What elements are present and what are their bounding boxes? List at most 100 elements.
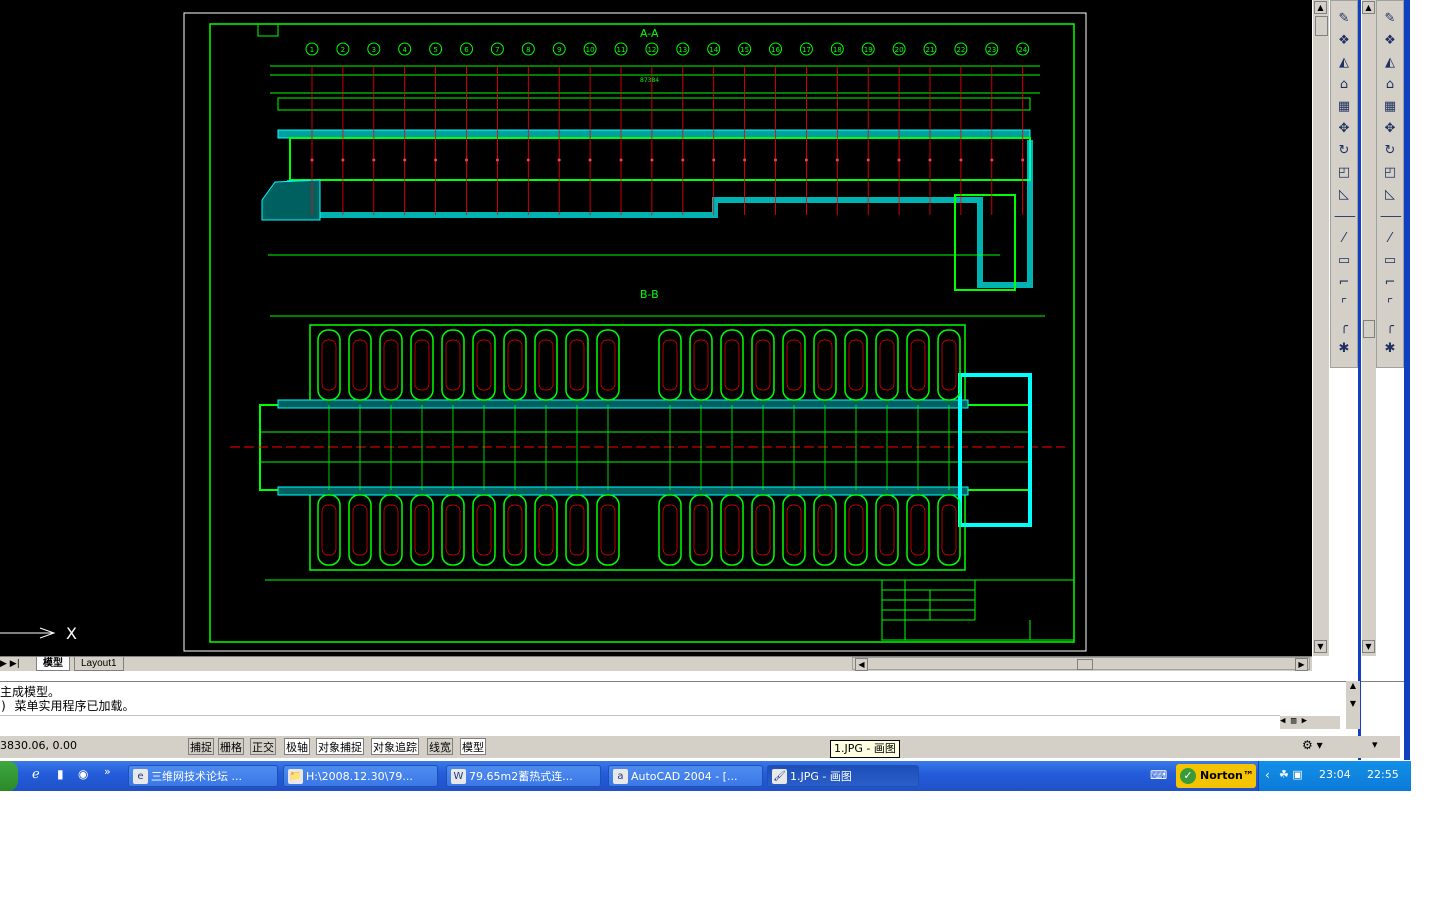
scale-icon[interactable]: ◰ [1334, 163, 1354, 183]
word-icon: W [451, 769, 466, 784]
status-menu-arrow-icon[interactable]: ▾ [1372, 738, 1378, 751]
mirror-icon[interactable]: ◭ [1334, 53, 1354, 73]
tab-model[interactable]: 模型 [36, 657, 70, 671]
chamber-top [565, 329, 589, 401]
fillet-icon[interactable]: ╭ [1334, 317, 1354, 337]
taskbar-item-forum[interactable]: e 三维网技术论坛 ... [128, 765, 278, 787]
erase-icon[interactable]: ✎ [1380, 9, 1400, 29]
scale-icon[interactable]: ◰ [1380, 163, 1400, 183]
chamber-bottom [565, 494, 589, 566]
taskbar-item-label: 79.65m2蓄热式连... [469, 770, 573, 783]
taskbar-item-explorer[interactable]: 📁 H:\2008.12.30\79... [283, 765, 438, 787]
modify-toolbar-2: ✎ ❖ ◭ ⌂ ▦ ✥ ↻ ◰ ◺ ⸺ ⁄ ▭ ⌐ ⌜ ╭ ✱ [1376, 0, 1404, 368]
command-v-scrollbar[interactable]: ▲ ▼ [1346, 681, 1360, 729]
mirror-icon[interactable]: ◭ [1380, 53, 1400, 73]
h-scroll-thumb[interactable] [1077, 659, 1093, 670]
chamber-top-inner [569, 339, 585, 391]
ortho-button[interactable]: 正交 [250, 738, 276, 755]
break-at-point-icon[interactable]: ⌐ [1334, 273, 1354, 293]
taskbar-item-paint[interactable]: 🖌 1.JPG - 画图 [767, 765, 919, 787]
array-icon[interactable]: ▦ [1334, 97, 1354, 117]
explode-icon[interactable]: ✱ [1380, 339, 1400, 359]
chamfer-icon[interactable]: ⌜ [1380, 295, 1400, 315]
chamber-bottom [503, 494, 527, 566]
break-icon[interactable]: ▭ [1380, 251, 1400, 271]
explode-icon[interactable]: ✱ [1334, 339, 1354, 359]
chamber-bottom [658, 494, 682, 566]
array-icon[interactable]: ▦ [1380, 97, 1400, 117]
taskbar-item-autocad[interactable]: a AutoCAD 2004 - [... [608, 765, 763, 787]
quicklaunch-media-icon[interactable]: ◉ [78, 767, 88, 781]
scroll-up-button-2[interactable]: ▲ [1362, 1, 1375, 14]
taskbar-item-word[interactable]: W 79.65m2蓄热式连... [446, 765, 601, 787]
rotate-icon[interactable]: ↻ [1334, 141, 1354, 161]
move-icon[interactable]: ✥ [1380, 119, 1400, 139]
command-input[interactable] [0, 715, 1280, 730]
quicklaunch-ie-icon[interactable]: ℯ [32, 767, 40, 782]
model-button[interactable]: 模型 [460, 738, 486, 755]
otrack-button[interactable]: 对象追踪 [371, 738, 419, 755]
fillet-icon[interactable]: ╭ [1380, 317, 1400, 337]
drawing-vertical-scrollbar[interactable]: ▲ ▼ [1312, 0, 1329, 656]
extend-icon[interactable]: ⁄ [1380, 229, 1400, 249]
chamber-bottom [782, 494, 806, 566]
chamber-top-inner [724, 339, 740, 391]
chamber-top [441, 329, 465, 401]
break-at-point-icon[interactable]: ⌐ [1380, 273, 1400, 293]
chamber-top [844, 329, 868, 401]
snap-button[interactable]: 捕捉 [188, 738, 214, 755]
second-vertical-scrollbar[interactable]: ▲ ▼ [1361, 0, 1376, 656]
grid-dot [804, 158, 808, 162]
stretch-icon[interactable]: ◺ [1334, 185, 1354, 205]
norton-button[interactable]: ✓ Norton™ [1176, 764, 1256, 788]
scroll-thumb[interactable] [1315, 16, 1328, 36]
start-button[interactable] [0, 761, 18, 791]
grid-dot [681, 158, 685, 162]
tab-nav-arrows[interactable]: ▶ ▶| [0, 658, 20, 670]
column-number: 4 [402, 46, 407, 54]
polar-button[interactable]: 极轴 [284, 738, 310, 755]
communication-center-icon[interactable]: ⚙ ▾ [1302, 738, 1323, 752]
move-icon[interactable]: ✥ [1334, 119, 1354, 139]
column-number: 18 [833, 46, 842, 54]
copy-icon[interactable]: ❖ [1380, 31, 1400, 51]
grid-dot [743, 158, 747, 162]
quicklaunch-more-icon[interactable]: » [104, 765, 111, 778]
chamfer-icon[interactable]: ⌜ [1334, 295, 1354, 315]
tray-app-icons[interactable]: ☘ ▣ [1279, 768, 1303, 781]
extend-icon[interactable]: ⁄ [1334, 229, 1354, 249]
lineweight-button[interactable]: 线宽 [427, 738, 453, 755]
column-number: 22 [956, 46, 965, 54]
keyboard-icon[interactable]: ⌨ [1150, 768, 1167, 782]
quicklaunch-desktop-icon[interactable]: ▮ [57, 767, 64, 781]
scroll-left-button[interactable]: ◀ [855, 658, 868, 671]
erase-icon[interactable]: ✎ [1334, 9, 1354, 29]
break-icon[interactable]: ▭ [1334, 251, 1354, 271]
scroll-down-button[interactable]: ▼ [1314, 640, 1327, 653]
horizontal-scrollbar[interactable]: ◀ ▶ [852, 657, 1310, 671]
trim-icon[interactable]: ⸺ [1334, 207, 1356, 227]
stretch-icon[interactable]: ◺ [1380, 185, 1400, 205]
ucs-icon [0, 627, 56, 639]
copy-icon[interactable]: ❖ [1334, 31, 1354, 51]
column-number: 7 [495, 46, 499, 54]
column-number: 23 [987, 46, 996, 54]
chamber-bottom [937, 494, 961, 566]
command-window[interactable]: 主成模型。 ) 菜单实用程序已加载。 ◀ ▥ ▶ [0, 681, 1346, 730]
grid-button[interactable]: 栅格 [218, 738, 244, 755]
command-h-scrollbar[interactable]: ◀ ▥ ▶ [1280, 716, 1340, 729]
scroll-up-button[interactable]: ▲ [1314, 1, 1327, 14]
scroll-down-button-2[interactable]: ▼ [1362, 640, 1375, 653]
tab-layout1[interactable]: Layout1 [74, 657, 124, 671]
column-number: 1 [310, 46, 314, 54]
scroll-right-button[interactable]: ▶ [1295, 658, 1308, 671]
trim-icon[interactable]: ⸺ [1380, 207, 1402, 227]
tray-expand-icon[interactable]: ‹ [1265, 768, 1270, 782]
osnap-button[interactable]: 对象捕捉 [316, 738, 364, 755]
scroll-thumb-2[interactable] [1363, 320, 1375, 338]
rotate-icon[interactable]: ↻ [1380, 141, 1400, 161]
offset-icon[interactable]: ⌂ [1334, 75, 1354, 95]
chamber-bottom-inner [321, 504, 337, 556]
drawing-canvas[interactable]: 1 2 3 4 5 6 7 8 9 10 11 12 13 14 15 16 17 18 19 20 21 22 23 24 [0, 0, 1312, 656]
offset-icon[interactable]: ⌂ [1380, 75, 1400, 95]
